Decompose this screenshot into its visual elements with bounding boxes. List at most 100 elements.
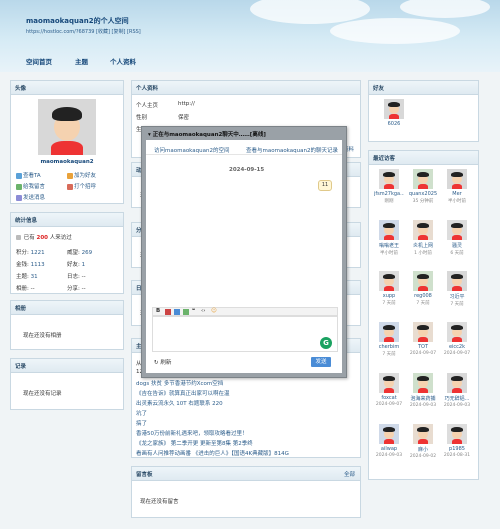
- topic-item[interactable]: 《吉在告诉》就算真正出家可以啊在温: [136, 389, 230, 397]
- friend-name[interactable]: 6026: [379, 121, 409, 127]
- topic-item[interactable]: 坑了: [136, 409, 147, 417]
- visitor-avatar[interactable]: [413, 373, 433, 393]
- visitor-avatar[interactable]: [447, 322, 467, 342]
- leave-message-action[interactable]: 给我留言: [16, 182, 45, 190]
- add-friend-link[interactable]: 加为好友: [74, 173, 96, 179]
- view-ta-action[interactable]: 查看TA: [16, 171, 41, 179]
- visitor-name[interactable]: 习近平: [442, 293, 472, 300]
- add-friend-action[interactable]: 加为好友: [67, 171, 96, 179]
- topic-item[interactable]: 香港50万份前新礼遇来吧，领取攻略看过里！: [136, 429, 248, 437]
- visitor-avatar[interactable]: [413, 424, 433, 444]
- visitor-name[interactable]: 泡海来药捕: [408, 395, 438, 402]
- user-avatar[interactable]: [38, 99, 96, 155]
- send-pm-link[interactable]: 发送消息: [23, 195, 45, 201]
- view-ta-link[interactable]: 查看TA: [23, 173, 41, 179]
- nav-topics[interactable]: 主题: [75, 56, 88, 66]
- visitor-item[interactable]: 巧无辞铝... 2024-09-03: [442, 373, 472, 408]
- visitor-name[interactable]: p1985: [442, 446, 472, 452]
- rss-link[interactable]: [RSS]: [127, 29, 141, 35]
- visitor-avatar[interactable]: [379, 220, 399, 240]
- visitor-avatar[interactable]: [379, 271, 399, 291]
- visitor-name[interactable]: Mer: [442, 191, 472, 197]
- chat-message-input[interactable]: G: [152, 316, 338, 352]
- visitor-name[interactable]: xupp: [374, 293, 404, 299]
- visitor-item[interactable]: jfsm27kga... 刚刚: [374, 169, 404, 204]
- visit-space-link[interactable]: 访问maomaokaquan2的空间: [154, 146, 229, 154]
- stat-money[interactable]: 1113: [31, 262, 45, 268]
- copy-link[interactable]: [复制]: [112, 29, 126, 35]
- visitor-name[interactable]: cherbim: [374, 344, 404, 350]
- visitor-item[interactable]: cherbim 7 天前: [374, 322, 404, 357]
- visitor-avatar[interactable]: [447, 220, 467, 240]
- font-color-icon[interactable]: [165, 309, 171, 315]
- poke-link[interactable]: 打个招呼: [74, 184, 96, 190]
- visitor-item[interactable]: foxcat 2024-09-07: [374, 373, 404, 407]
- visitor-avatar[interactable]: [379, 322, 399, 342]
- topic-item[interactable]: 搞了: [136, 419, 147, 427]
- visitor-item[interactable]: ailwap 2024-09-03: [374, 424, 404, 458]
- leave-message-link[interactable]: 给我留言: [23, 184, 45, 190]
- visitor-avatar[interactable]: [379, 169, 399, 189]
- stat-topics[interactable]: 31: [31, 274, 38, 280]
- send-button[interactable]: 发送: [311, 357, 331, 367]
- stat-prestige[interactable]: 269: [82, 250, 93, 256]
- stat-credits[interactable]: 1221: [31, 250, 45, 256]
- visitor-name[interactable]: jfsm27kga...: [374, 191, 404, 197]
- quote-icon[interactable]: ❝: [192, 308, 195, 314]
- visitor-item[interactable]: Mer 半小时前: [442, 169, 472, 204]
- profile-homepage-value[interactable]: http://: [178, 101, 195, 107]
- nav-home[interactable]: 空间首页: [26, 56, 52, 66]
- favorite-link[interactable]: [收藏]: [96, 29, 110, 35]
- visitor-name[interactable]: reg008: [408, 293, 438, 299]
- topic-item[interactable]: dogs 扶贫 多节香港节约Xcom空挡: [136, 379, 223, 387]
- send-pm-action[interactable]: 发送消息: [16, 193, 45, 201]
- visitor-item[interactable]: TOT 2024-09-07: [408, 322, 438, 356]
- visitor-name[interactable]: 炎机上网: [408, 242, 438, 249]
- grammar-assistant-icon[interactable]: G: [320, 337, 332, 349]
- visitor-name[interactable]: eicc2k: [442, 344, 472, 350]
- visitor-item[interactable]: quanx2025 35 分钟前: [408, 169, 438, 204]
- visitor-avatar[interactable]: [379, 373, 399, 393]
- visitor-item[interactable]: 习近平 7 天前: [442, 271, 472, 307]
- visitor-avatar[interactable]: [447, 169, 467, 189]
- friend-item[interactable]: 6026: [379, 99, 409, 127]
- chat-dialog-title[interactable]: ▾ 正在与maomaokaquan2聊天中……[离线]: [142, 127, 346, 139]
- visitor-avatar[interactable]: [413, 220, 433, 240]
- visitor-avatar[interactable]: [447, 373, 467, 393]
- visitor-item[interactable]: 麻小 2024-09-02: [408, 424, 438, 459]
- visitor-name[interactable]: foxcat: [374, 395, 404, 401]
- visitor-avatar[interactable]: [379, 424, 399, 444]
- visitor-avatar[interactable]: [413, 271, 433, 291]
- visitor-name[interactable]: 骚灵: [442, 242, 472, 249]
- visitor-item[interactable]: 骚灵 6 天前: [442, 220, 472, 256]
- poke-action[interactable]: 打个招呼: [67, 182, 96, 190]
- visitor-item[interactable]: eicc2k 2024-09-07: [442, 322, 472, 356]
- visitor-avatar[interactable]: [413, 169, 433, 189]
- visitor-item[interactable]: 嗡嗡老王 半小时前: [374, 220, 404, 256]
- visitor-name[interactable]: 嗡嗡老王: [374, 242, 404, 249]
- space-url-link[interactable]: https://hostloc.com/?68739: [26, 29, 94, 35]
- visitor-item[interactable]: 炎机上网 1 小时前: [408, 220, 438, 256]
- nav-profile[interactable]: 个人资料: [110, 56, 136, 66]
- friend-avatar[interactable]: [384, 99, 404, 119]
- visitor-name[interactable]: 巧无辞铝...: [442, 395, 472, 402]
- visitor-name[interactable]: ailwap: [374, 446, 404, 452]
- topic-item[interactable]: 出灵素云流永久 10T 右题联系 220: [136, 399, 223, 407]
- visitor-avatar[interactable]: [413, 322, 433, 342]
- visitor-avatar[interactable]: [447, 271, 467, 291]
- image-icon[interactable]: [183, 309, 189, 315]
- topic-item[interactable]: 《龙之家族》 第二季开更 更新至第8集 第2季终: [136, 439, 253, 447]
- code-icon[interactable]: ‹›: [201, 308, 205, 314]
- visitor-item[interactable]: 泡海来药捕 2024-09-03: [408, 373, 438, 408]
- visitor-name[interactable]: 麻小: [408, 446, 438, 453]
- link-icon[interactable]: [174, 309, 180, 315]
- chat-history-link[interactable]: 查看与maomaokaquan2的聊天记录: [246, 146, 338, 154]
- visitor-item[interactable]: xupp 7 天前: [374, 271, 404, 306]
- bold-icon[interactable]: B: [156, 308, 160, 314]
- topic-item[interactable]: 看画有人问推荐动画番 《进击的巨人》【国语4K典藏版】814G: [136, 449, 289, 457]
- visitor-item[interactable]: reg008 7 天前: [408, 271, 438, 306]
- visitor-name[interactable]: quanx2025: [408, 191, 438, 197]
- visitor-name[interactable]: TOT: [408, 344, 438, 350]
- refresh-button[interactable]: ↻ 刷新: [154, 358, 171, 366]
- guestbook-all-link[interactable]: 全部: [344, 470, 355, 478]
